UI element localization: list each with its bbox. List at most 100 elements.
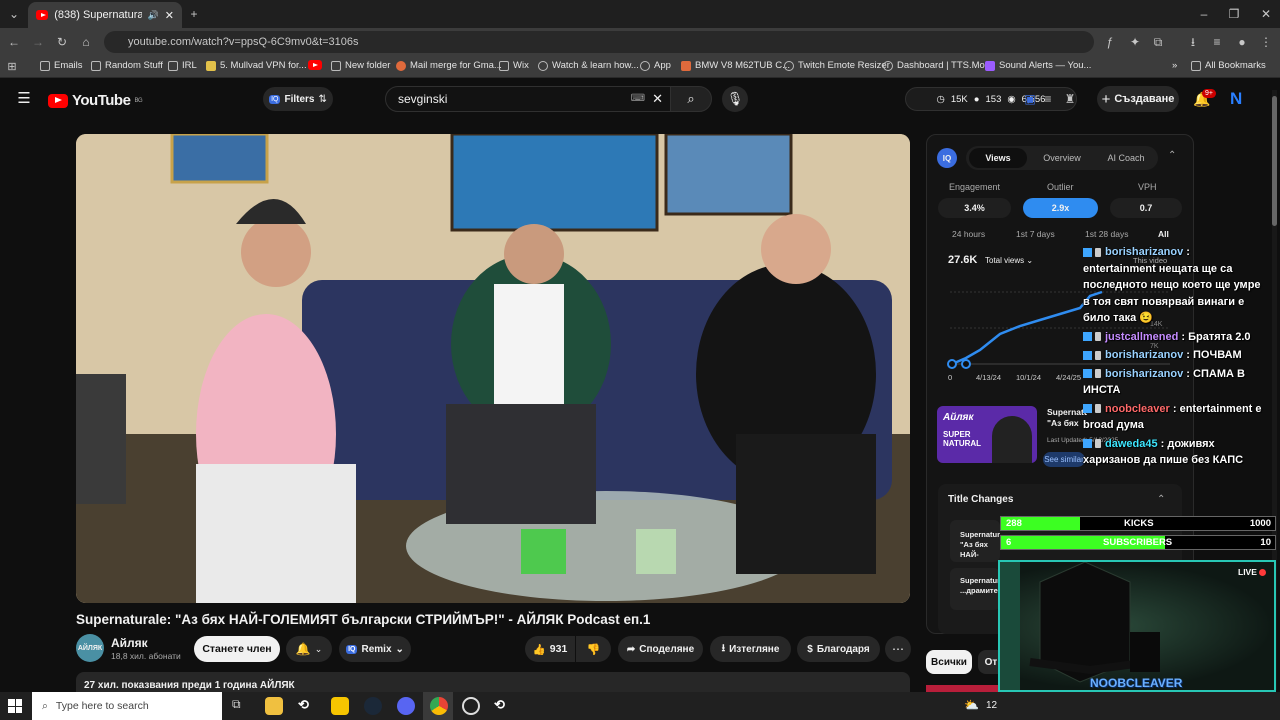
thanks-label: Благодаря [816,643,870,655]
tab-overview[interactable]: Overview [1033,148,1091,168]
filters-button[interactable]: IQ Filters ⇅ [263,87,333,111]
bookmark-item[interactable]: App [640,60,671,71]
more-bookmarks-icon[interactable]: » [1172,60,1177,71]
tab-ai-coach[interactable]: AI Coach [1097,148,1155,168]
bookmark-item[interactable]: New folder [331,60,390,71]
sliders-icon: ⇅ [318,93,327,105]
list-icon[interactable]: ≡ [1038,89,1058,109]
voice-search-button[interactable]: 🎙 [722,86,748,112]
chat-badge-icon [1095,350,1101,360]
range-28d[interactable]: 1st 28 days [1085,229,1128,239]
bookmark-item[interactable]: Random Stuff [91,60,163,71]
reload-icon[interactable]: ↻ [52,32,72,52]
browser-tab[interactable]: (838) Supernaturale: "Аз бя 🔊 ✕ [28,2,182,28]
audio-icon[interactable]: 🔊 [148,10,159,21]
collapse-icon[interactable]: ⌃ [1168,150,1176,161]
youtube-logo[interactable]: YouTube BG [48,92,143,109]
windows-start-icon[interactable] [8,699,22,713]
bookmark-item[interactable]: Dashboard | TTS.Mo... [883,60,993,71]
vidiq-icon[interactable]: ▣ [1020,89,1040,109]
tab-label: Overview [1043,153,1081,163]
minimize-icon[interactable]: – [1194,4,1214,24]
obs-icon[interactable] [462,697,480,715]
clear-search-icon[interactable]: ✕ [652,87,663,111]
search-button[interactable]: ⌕ [670,86,712,112]
address-bar[interactable]: youtube.com/watch?v=ppsQ-6C9mv0&t=3106s [104,31,1094,53]
more-actions-button[interactable]: ⋯ [885,636,911,662]
bookmark-item[interactable]: Wix [499,60,529,71]
home-icon[interactable]: ⌂ [76,32,96,52]
bookmark-item[interactable]: Watch & learn how... [538,60,639,71]
chrome-icon[interactable] [430,697,448,715]
see-similar-button[interactable]: See similar [1043,452,1085,467]
chart-point [947,359,957,369]
task-view-icon[interactable]: ⧉ [232,697,250,715]
puzzle-icon[interactable]: ⧉ [1148,32,1168,52]
new-tab-icon[interactable]: + [184,4,204,24]
remix-button[interactable]: IQ Remix ⌄ [339,636,411,662]
join-button[interactable]: Станете член [194,636,280,662]
tab-views[interactable]: Views [969,148,1027,168]
range-all[interactable]: All [1158,229,1169,239]
create-button[interactable]: + Създаване [1097,86,1179,112]
bookmark-label: Sound Alerts — You... [999,60,1092,71]
filter-chip-all[interactable]: Всички [926,650,972,674]
scrollbar-thumb[interactable] [1272,96,1277,226]
related-thumbnail[interactable]: Айляк SUPER NATURAL [937,406,1037,463]
menu-icon[interactable]: ⋮ [1256,32,1276,52]
related-title[interactable]: Supernaturale: "Аз бях НАЙ-ГОЛЕМИЯТ бълг… [1047,407,1087,429]
globe-icon [640,60,650,71]
discord-icon[interactable] [397,697,415,715]
reading-list-icon[interactable]: ≡ [1207,32,1227,52]
extension-icon[interactable]: ƒ [1100,32,1120,52]
bookmark-item[interactable]: BMW V8 M62TUB C... [681,60,790,71]
extension-icon[interactable]: ✦ [1125,32,1145,52]
app-icon[interactable]: ⟲ [494,697,512,715]
range-24h[interactable]: 24 hours [952,229,985,239]
download-icon[interactable]: ⭳ [1183,32,1203,52]
vidiq-logo-icon: IQ [937,148,957,168]
taskbar-search-input[interactable]: ⌕ Type here to search [32,692,222,720]
restore-icon[interactable]: ❐ [1224,4,1244,24]
steam-icon[interactable] [364,697,382,715]
share-button[interactable]: ➦ Споделяне [618,636,703,662]
bookmark-item[interactable]: Twitch Emote Resizer [784,60,890,71]
bookmark-item[interactable] [308,60,322,70]
range-7d[interactable]: 1st 7 days [1016,229,1055,239]
close-window-icon[interactable]: ✕ [1256,4,1276,24]
title-change-item[interactable]: Supernaturale: ...драмите [950,568,1000,610]
back-icon[interactable]: ← [4,32,24,52]
video-player[interactable] [76,134,910,603]
thanks-button[interactable]: $ Благодаря [797,636,880,662]
bookmark-item[interactable]: 5. Mullvad VPN for... [206,60,307,71]
tab-list-icon[interactable]: ⌄ [4,4,24,24]
search-input[interactable]: sevginski ⌨ ✕ [385,86,672,112]
title-change-item[interactable]: Supernaturale: "Аз бях НАЙ-ГОЛЕМИЯТ... [950,520,1000,562]
forward-icon[interactable]: → [28,32,48,52]
like-button[interactable]: 👍 931 [525,636,575,662]
trophy-icon[interactable]: ♜ [1060,89,1080,109]
bookmark-item[interactable]: Emails [40,60,83,71]
all-bookmarks[interactable]: All Bookmarks [1191,60,1266,71]
app-icon[interactable]: ⟲ [298,697,316,715]
keyboard-icon[interactable]: ⌨ [631,87,645,111]
metric-outlier: 2.9x [1023,198,1098,218]
profile-icon[interactable]: ● [1232,32,1252,52]
channel-avatar[interactable]: АЙЛЯК [76,634,104,662]
collapse-icon[interactable]: ⌃ [1157,494,1165,505]
bookmark-item[interactable]: Mail merge for Gma... [396,60,502,71]
sticky-notes-icon[interactable] [331,697,349,715]
avatar[interactable]: N [1230,89,1248,109]
bookmark-item[interactable]: IRL [168,60,197,71]
hamburger-menu-icon[interactable]: ☰ [14,89,34,109]
total-views-dropdown[interactable]: Total views ⌄ [985,256,1033,265]
download-button[interactable]: ⭳ Изтегляне [710,636,791,662]
subscribe-bell-button[interactable]: 🔔 ⌄ [286,636,332,662]
apps-icon[interactable]: ⊞ [2,57,22,77]
dislike-button[interactable]: 👎 [576,636,611,662]
close-tab-icon[interactable]: ✕ [165,9,174,22]
channel-name[interactable]: Айляк [111,636,148,650]
file-explorer-icon[interactable] [265,697,283,715]
weather-icon[interactable]: ⛅ [964,698,979,712]
bookmark-item[interactable]: Sound Alerts — You... [985,60,1091,71]
